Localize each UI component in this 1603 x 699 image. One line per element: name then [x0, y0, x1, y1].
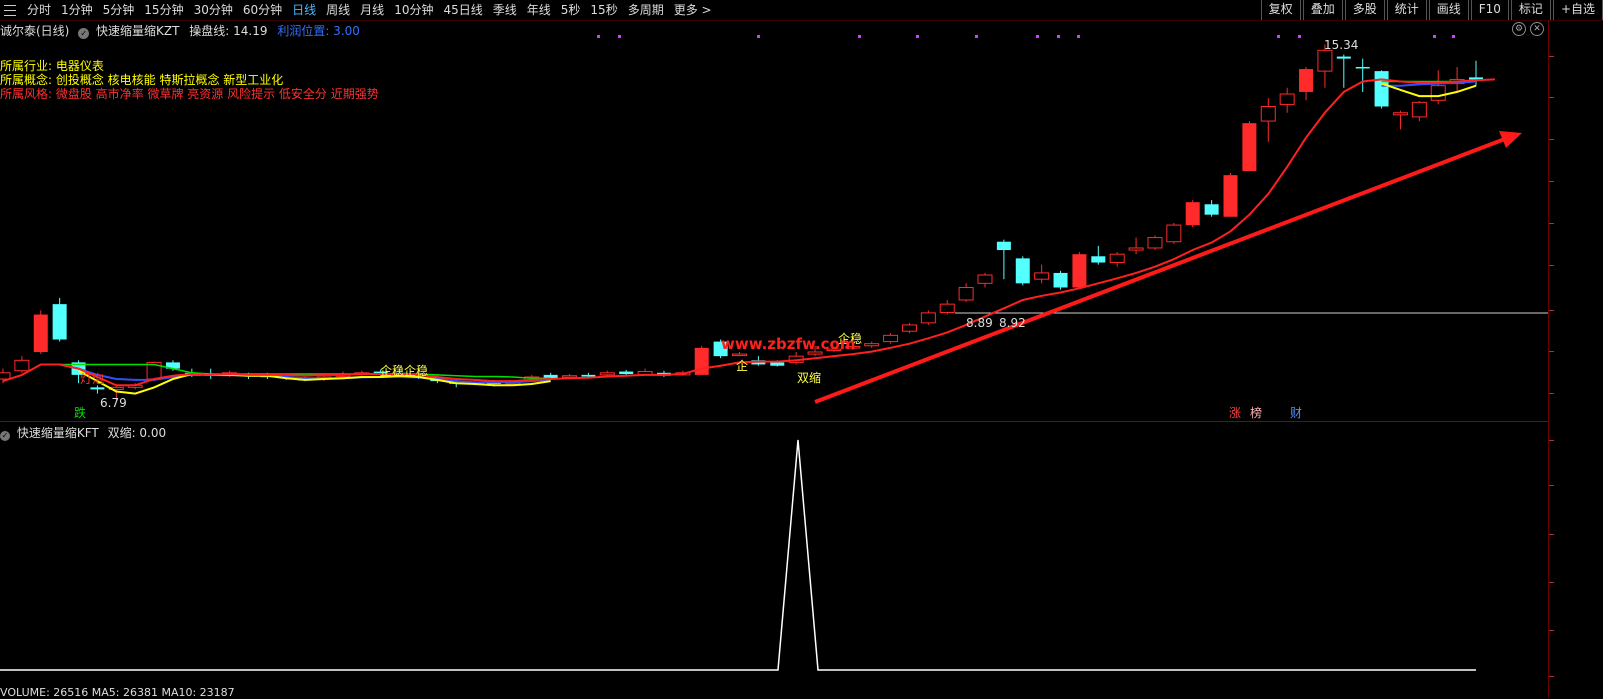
tag-cai: 财 [1290, 406, 1302, 420]
candle-body-up [33, 314, 48, 352]
axis-tick [1549, 630, 1554, 631]
candle-body-up [1392, 112, 1408, 116]
axis-tick [1549, 181, 1554, 182]
candle-body-up [1242, 123, 1257, 171]
watermark-text: www.zbzfw.com [721, 335, 855, 353]
axis-tick [1549, 440, 1554, 441]
candle-body-up [1166, 224, 1182, 243]
candle-body-up [1072, 254, 1087, 288]
sub-indicator-line [0, 439, 1476, 671]
candle-body-down [619, 371, 634, 375]
candle-body-down [1355, 66, 1370, 69]
price-mark-889: 8.89 [966, 316, 993, 330]
sub-panel-header: ✓ 快速缩量缩KFT 双缩: 0.00 [0, 424, 166, 441]
candle-body-up [0, 372, 11, 380]
candle-body-up [1223, 175, 1238, 217]
axis-tick [1549, 223, 1554, 224]
price-mark-892: 8.92 [999, 316, 1026, 330]
candle-body-down [996, 241, 1011, 251]
candle-body-up [901, 324, 917, 332]
candle-body-down [1374, 71, 1389, 107]
signal-dot [1277, 35, 1280, 38]
dengpao-label: 灯泡 [80, 372, 104, 386]
panel-divider [0, 421, 1548, 422]
candle-body-up [599, 372, 615, 376]
axis-tick [1549, 310, 1554, 311]
candle-body-up [732, 353, 747, 357]
candle-body-up [1299, 69, 1314, 92]
candle-body-up [977, 274, 993, 284]
candle-body-up [1411, 101, 1427, 118]
candle-body-up [939, 303, 955, 313]
right-axis [1548, 21, 1549, 698]
signal-dot [618, 35, 621, 38]
candle-body-down [770, 362, 785, 366]
candle-body-up [1109, 253, 1125, 264]
axis-tick [1549, 582, 1554, 583]
candle-body-up [958, 286, 974, 301]
sub-indicator-icon[interactable]: ✓ [0, 431, 10, 441]
signal-dot [1057, 35, 1060, 38]
candle-body-down [1053, 272, 1068, 288]
candle-body-up [14, 359, 30, 372]
trend-arrow-line [814, 135, 1511, 404]
candle-body-up [1034, 272, 1050, 280]
candle-body-up [1128, 247, 1144, 251]
axis-tick [1549, 265, 1554, 266]
candle-body-up [1317, 49, 1333, 72]
high-price-label: 15.34 [1324, 38, 1358, 52]
signal-dot [858, 35, 861, 38]
signal-dot [597, 35, 600, 38]
axis-tick [1549, 393, 1554, 394]
axis-tick [1549, 139, 1554, 140]
axis-tick [1549, 534, 1554, 535]
die-label: 跌 [74, 405, 86, 420]
candle-body-up [1260, 105, 1276, 122]
candle-body-up [864, 343, 880, 347]
signal-dot [975, 35, 978, 38]
candle-body-up [562, 375, 578, 378]
tag-bang: 榜 [1250, 405, 1262, 420]
signal-dot [1036, 35, 1039, 38]
toolbar-button-7[interactable]: +自选 [1552, 0, 1603, 20]
signal-dot [757, 35, 760, 38]
signal-dot [1298, 35, 1301, 38]
low-price-label: 6.79 [100, 396, 127, 410]
candle-body-up [920, 312, 936, 324]
candle-body-down [90, 387, 105, 390]
candle-body-down [1015, 258, 1030, 284]
candle-body-up [883, 334, 899, 343]
candle-body-down [1091, 256, 1106, 263]
candle-body-up [1185, 202, 1200, 226]
axis-tick [1549, 485, 1554, 486]
signal-dot [916, 35, 919, 38]
signal-dot [1077, 35, 1080, 38]
candle-body-up [1430, 85, 1446, 101]
candlestick-chart: 灯泡跌6.7915.348.89 8.92企稳企稳企稳企双缩www.zbzfw.c… [0, 35, 1548, 420]
tag-zhang: 涨 [1229, 405, 1241, 420]
candle-body-down [1336, 56, 1351, 59]
axis-tick [1549, 97, 1554, 98]
qi-label: 企 [736, 358, 748, 373]
axis-tick [1549, 351, 1554, 352]
sub-indicator-value: 双缩: 0.00 [107, 426, 167, 440]
candle-body-down [52, 304, 67, 340]
shuangsuo-label: 双缩 [797, 370, 821, 385]
signal-dot [1452, 35, 1455, 38]
candle-body-up [1147, 237, 1163, 249]
signal-dot [1433, 35, 1436, 38]
axis-tick [1549, 56, 1554, 57]
volume-footer: VOLUME: 26516 MA5: 26381 MA10: 23187 [0, 686, 235, 699]
candle-body-down [581, 374, 596, 377]
axis-tick [1549, 676, 1554, 677]
qiwen-label-1: 企稳企稳 [380, 363, 428, 378]
candle-body-up [1279, 93, 1295, 105]
sub-indicator-name: 快速缩量缩KFT [16, 426, 99, 440]
candle-body-down [1204, 204, 1219, 215]
